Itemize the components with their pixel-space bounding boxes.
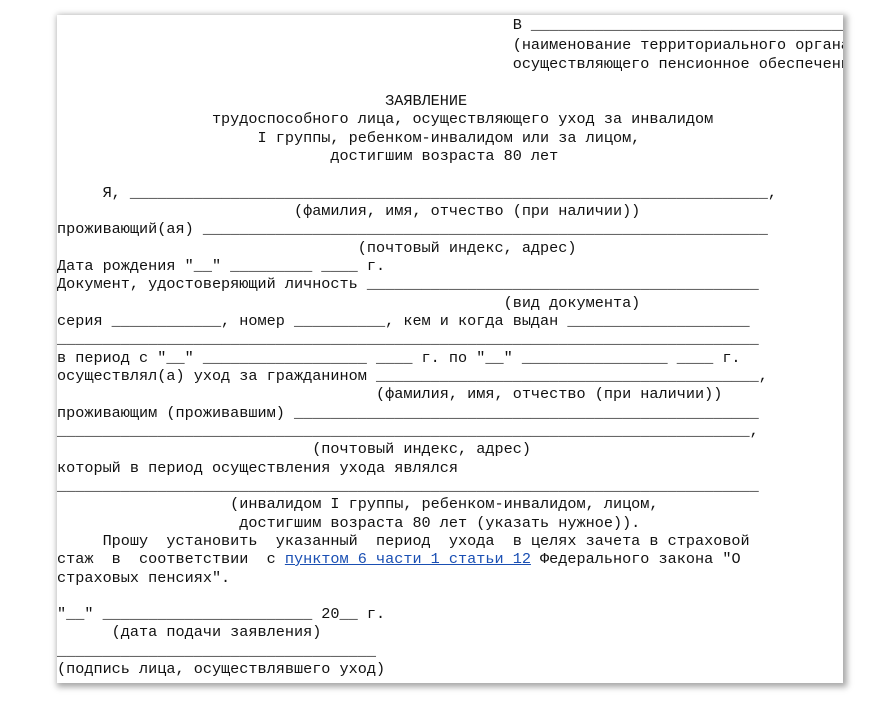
text-line-with-link: стаж в соответствии с пунктом 6 части 1 …: [57, 551, 741, 568]
text-line: который в период осуществления ухода явл…: [57, 459, 459, 477]
text-line: "__" _______________________ 20__ г.: [57, 605, 386, 623]
text-line: ________________________________________…: [57, 330, 759, 348]
field-caption: (фамилия, имя, отчество (при наличии)): [57, 385, 723, 403]
field-caption: (дата подачи заявления): [57, 623, 322, 641]
field-caption: достигшим возраста 80 лет (указать нужно…: [57, 514, 641, 532]
text-line: серия ____________, номер __________, ке…: [57, 312, 750, 330]
text-line: Я, _____________________________________…: [57, 184, 778, 202]
text-line: осуществлял(а) уход за гражданином _____…: [57, 367, 768, 385]
field-caption: (подпись лица, осуществлявшего уход): [57, 660, 386, 678]
text-line: ________________________________________…: [57, 477, 759, 495]
text-line: страховых пенсиях".: [57, 569, 231, 587]
text-line: ___________________________________: [57, 642, 376, 660]
text-line: ________________________________________…: [57, 422, 759, 440]
text-line: проживающим (проживавшим) ______________…: [57, 404, 759, 422]
text-line: осуществляющего пенсионное обеспечение): [57, 55, 843, 73]
text-fragment: Федерального закона "О: [530, 550, 741, 568]
field-caption: (почтовый индекс, адрес): [57, 239, 577, 257]
document-subtitle: трудоспособного лица, осуществляющего ух…: [57, 110, 714, 128]
field-caption: (почтовый индекс, адрес): [57, 440, 531, 458]
field-caption: (фамилия, имя, отчество (при наличии)): [57, 202, 641, 220]
document-subtitle: I группы, ребенком-инвалидом или за лицо…: [57, 129, 641, 147]
text-line: В ______________________________________…: [57, 16, 843, 34]
field-caption: (инвалидом I группы, ребенком-инвалидом,…: [57, 495, 659, 513]
document-subtitle: достигшим возраста 80 лет: [57, 147, 559, 165]
document-title: ЗАЯВЛЕНИЕ: [57, 92, 468, 110]
field-caption: (вид документа): [57, 294, 641, 312]
document-page: В ______________________________________…: [57, 15, 843, 683]
text-line: в период с "__" __________________ ____ …: [57, 349, 741, 367]
text-line: Прошу установить указанный период ухода …: [57, 532, 750, 550]
law-reference-link[interactable]: пунктом 6 части 1 статьи 12: [285, 550, 531, 568]
text-line: Документ, удостоверяющий личность ______…: [57, 275, 759, 293]
text-fragment: стаж в соответствии с: [57, 550, 285, 568]
text-line: (наименование территориального органа,: [57, 36, 843, 54]
text-line: проживающий(ая) ________________________…: [57, 220, 768, 238]
text-line: Дата рождения "__" _________ ____ г.: [57, 257, 386, 275]
